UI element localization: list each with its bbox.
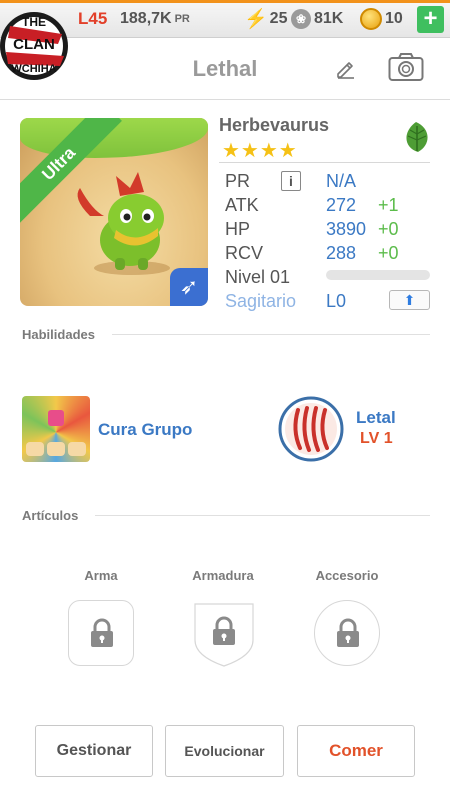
coin-icon [360, 8, 382, 30]
rarity-stars: ★★★★ [222, 140, 298, 162]
stat-label: HP [225, 218, 251, 239]
level-row: Nivel 01 [225, 265, 290, 289]
logo-text-2: CLAN [13, 36, 55, 53]
upgrade-arrow-icon: ⬆ [403, 292, 416, 308]
stat-row-hp: HP 3890 +0 [225, 217, 399, 241]
sagittarius-arrow-icon: ➶ [170, 268, 208, 306]
passive-name[interactable]: Letal [356, 408, 396, 428]
accessory-slot-label: Accesorio [315, 568, 379, 583]
level-label: Nivel 01 [225, 266, 291, 287]
stat-value: 272 [326, 194, 357, 215]
skill-name[interactable]: Cura Grupo [98, 420, 192, 440]
energy-bolt-icon: ⚡ [244, 9, 268, 30]
energy-value: 25 [269, 10, 288, 27]
creature-portrait[interactable]: Ultra ➶ [20, 118, 208, 306]
stat-label: RCV [225, 242, 264, 263]
stat-row-rcv: RCV 288 +0 [225, 241, 399, 265]
info-icon[interactable]: i [281, 171, 301, 191]
sign-label[interactable]: Sagitario [225, 291, 325, 312]
stat-bonus: +0 [378, 218, 399, 239]
lock-icon [337, 618, 359, 647]
logo-text-1: THE [22, 15, 46, 29]
manage-button[interactable]: Gestionar [35, 725, 153, 777]
sign-row: Sagitario L0 [225, 289, 346, 313]
leaf-icon [406, 122, 428, 152]
status-bar-accent [0, 0, 450, 3]
stat-row-pr: PR i N/A [225, 169, 356, 193]
lock-icon [91, 618, 113, 647]
power-value: 188,7K [120, 10, 172, 27]
stat-bonus: +1 [378, 194, 399, 215]
friends-counter[interactable]: ❀ 81K [291, 8, 343, 30]
group-heal-skill-icon[interactable] [22, 396, 90, 462]
coins-counter[interactable]: 10 [360, 8, 403, 30]
claw-slash-icon[interactable] [278, 396, 344, 462]
power-rating: 188,7K PR [120, 8, 190, 30]
items-heading: Artículos [22, 508, 79, 523]
stat-value: N/A [326, 170, 357, 191]
clan-logo[interactable]: THE CLAN WCHIHA [0, 4, 72, 88]
eat-button[interactable]: Comer [297, 725, 415, 777]
stat-label: PR [225, 170, 251, 191]
power-unit: PR [174, 13, 190, 25]
stat-value: 288 [326, 242, 357, 263]
heal-cross-shape [48, 410, 64, 426]
ally-face-shape [68, 442, 86, 456]
stat-row-atk: ATK 272 +1 [225, 193, 399, 217]
ally-face-shape [47, 442, 65, 456]
evolve-button[interactable]: Evolucionar [165, 725, 284, 777]
accessory-slot[interactable] [314, 600, 380, 666]
player-level: L45 [78, 9, 108, 28]
logo-text-3: WCHIHA [11, 63, 56, 75]
friends-value: 81K [314, 10, 344, 27]
sign-level: L0 [326, 290, 347, 311]
weapon-slot-label: Arma [84, 568, 118, 583]
stat-value: 3890 [326, 218, 367, 239]
abilities-divider [112, 334, 430, 335]
creature-name: Herbevaurus [219, 115, 330, 135]
stat-label: ATK [225, 194, 259, 215]
items-divider [95, 515, 430, 516]
coins-value: 10 [385, 10, 403, 27]
passive-level: LV 1 [360, 430, 393, 447]
armor-slot[interactable] [191, 600, 257, 667]
level-progress-bar [326, 270, 430, 280]
edit-pencil-icon[interactable] [334, 56, 358, 80]
paw-icon: ❀ [291, 9, 311, 29]
lock-icon [213, 616, 235, 645]
weapon-slot[interactable] [68, 600, 134, 666]
stat-bonus: +0 [378, 242, 399, 263]
armor-slot-label: Armadura [192, 568, 254, 583]
camera-icon[interactable] [388, 52, 424, 82]
ally-face-shape [26, 442, 44, 456]
energy-counter[interactable]: ⚡ 25 [244, 8, 287, 30]
name-divider [219, 162, 430, 163]
sign-upgrade-button[interactable]: ⬆ [389, 290, 430, 310]
add-currency-button[interactable]: + [417, 6, 444, 33]
abilities-heading: Habilidades [22, 327, 95, 342]
